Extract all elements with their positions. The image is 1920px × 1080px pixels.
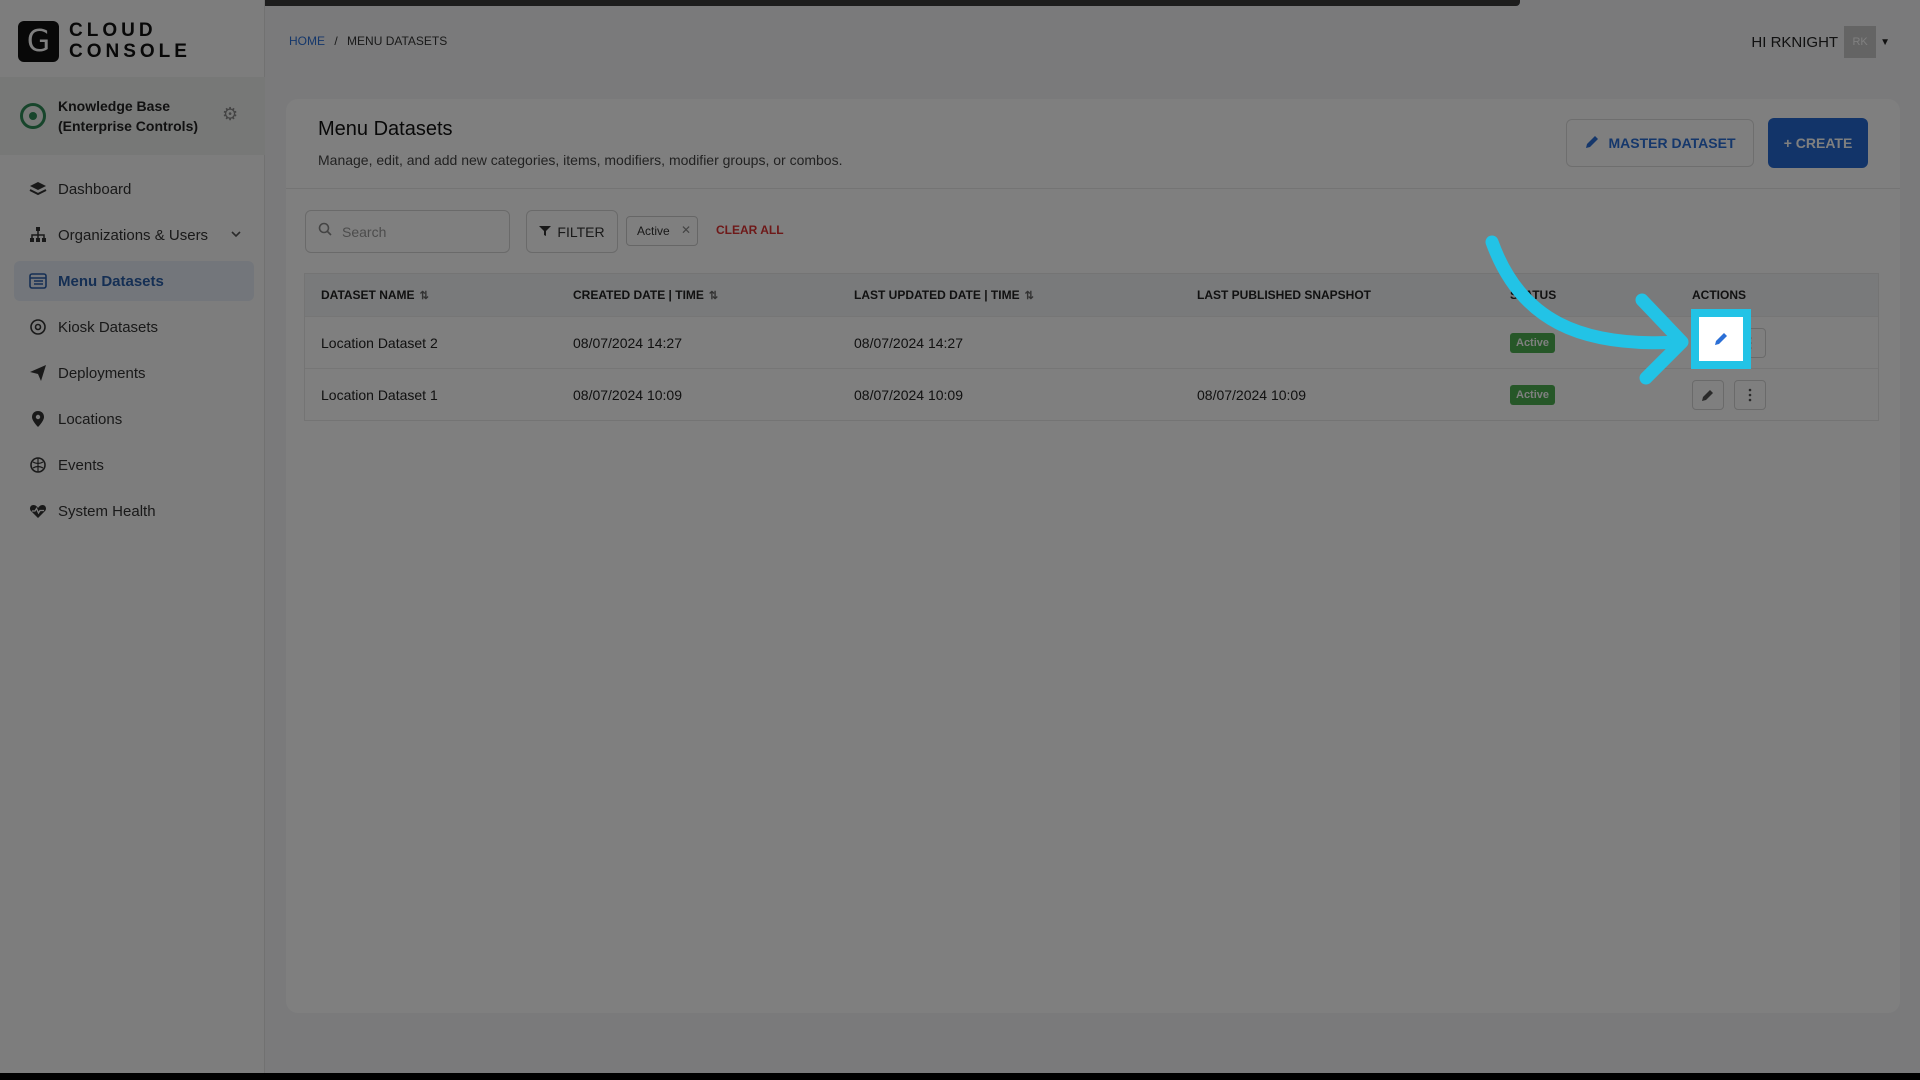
tutorial-arrow-icon <box>1485 235 1689 385</box>
highlighted-edit-button[interactable] <box>1691 309 1751 369</box>
tutorial-overlay <box>0 0 1920 1073</box>
pencil-icon <box>1715 333 1727 345</box>
app-window: G CLOUD CONSOLE Knowledge Base (Enterpri… <box>0 0 1920 1073</box>
